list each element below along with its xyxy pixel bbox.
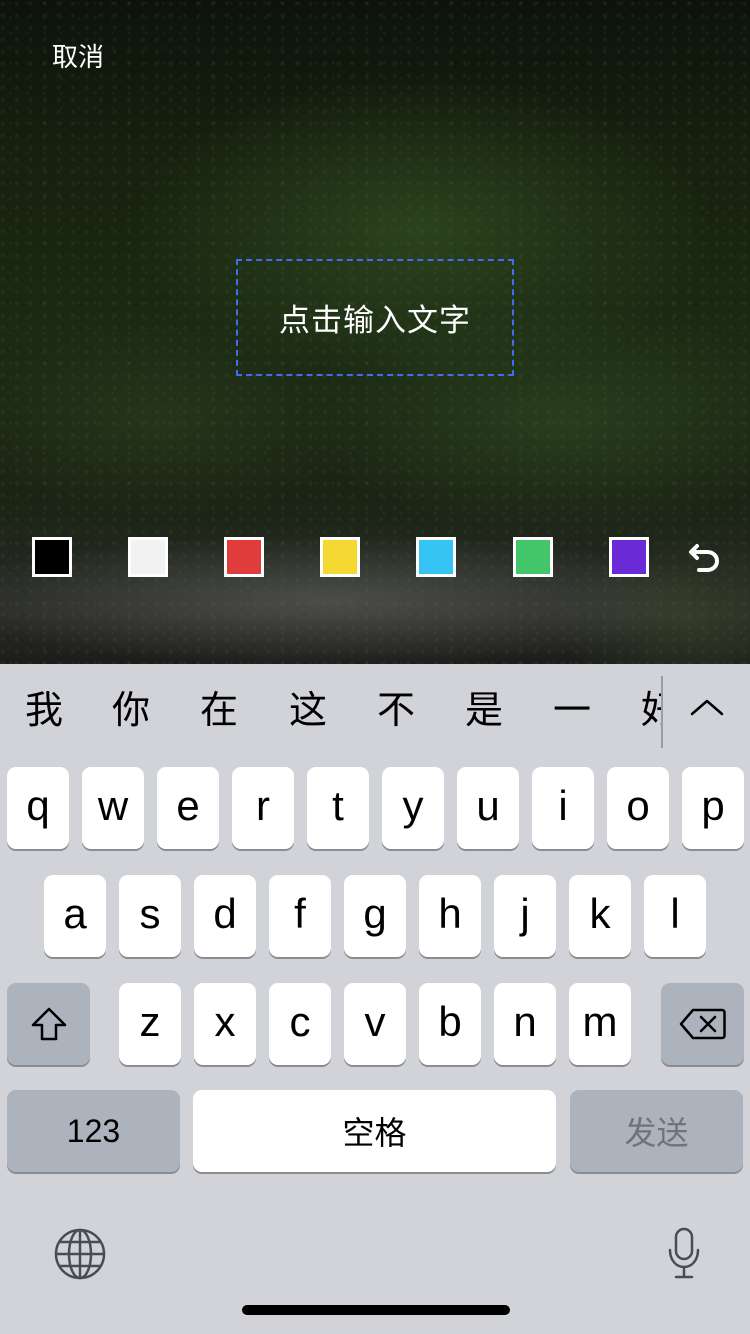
key-label: v xyxy=(364,998,386,1045)
key-label: o xyxy=(626,782,650,829)
globe-button[interactable] xyxy=(50,1224,110,1284)
key-label: l xyxy=(670,890,680,937)
candidate-list: 我 你 在 这 不 是 一 好 xyxy=(0,664,662,760)
key-label: c xyxy=(289,998,311,1045)
expand-candidates-button[interactable] xyxy=(680,682,734,732)
color-swatch-blue[interactable] xyxy=(416,537,456,577)
key-label: h xyxy=(438,890,462,937)
delete-key[interactable] xyxy=(661,983,744,1065)
cancel-button[interactable]: 取消 xyxy=(52,40,104,74)
key-label: d xyxy=(213,890,237,937)
space-key[interactable]: 空格 xyxy=(193,1090,556,1172)
candidate-item[interactable]: 你 xyxy=(112,686,150,736)
numbers-key-label: 123 xyxy=(66,1112,121,1149)
key-q[interactable]: q xyxy=(7,767,69,849)
key-label: w xyxy=(97,782,129,829)
color-swatch-yellow[interactable] xyxy=(320,537,360,577)
key-label: k xyxy=(589,890,611,937)
space-key-label: 空格 xyxy=(342,1115,407,1151)
color-swatch-black[interactable] xyxy=(32,537,72,577)
candidate-divider xyxy=(661,676,663,748)
key-label: x xyxy=(214,998,236,1045)
candidate-item[interactable]: 好 xyxy=(641,686,662,736)
color-swatch-purple[interactable] xyxy=(609,537,649,577)
key-label: q xyxy=(26,782,50,829)
chevron-up-icon xyxy=(690,699,724,716)
candidate-item[interactable]: 是 xyxy=(465,686,503,736)
key-i[interactable]: i xyxy=(532,767,594,849)
key-u[interactable]: u xyxy=(457,767,519,849)
key-v[interactable]: v xyxy=(344,983,406,1065)
numbers-key[interactable]: 123 xyxy=(7,1090,180,1172)
key-label: j xyxy=(520,890,530,937)
microphone-button[interactable] xyxy=(656,1224,712,1284)
key-j[interactable]: j xyxy=(494,875,556,957)
key-g[interactable]: g xyxy=(344,875,406,957)
key-m[interactable]: m xyxy=(569,983,631,1065)
key-z[interactable]: z xyxy=(119,983,181,1065)
key-x[interactable]: x xyxy=(194,983,256,1065)
undo-arrow-icon xyxy=(689,544,720,572)
candidate-item[interactable]: 不 xyxy=(377,686,415,736)
key-d[interactable]: d xyxy=(194,875,256,957)
key-c[interactable]: c xyxy=(269,983,331,1065)
color-swatch-green[interactable] xyxy=(513,537,553,577)
key-label: u xyxy=(476,782,500,829)
key-label: y xyxy=(402,782,424,829)
shift-key[interactable] xyxy=(7,983,90,1065)
key-b[interactable]: b xyxy=(419,983,481,1065)
key-a[interactable]: a xyxy=(44,875,106,957)
key-label: z xyxy=(139,998,161,1045)
undo-button[interactable] xyxy=(684,537,724,577)
key-label: r xyxy=(256,782,270,829)
microphone-icon xyxy=(668,1227,700,1279)
key-label: i xyxy=(558,782,568,829)
candidate-item[interactable]: 这 xyxy=(289,686,327,736)
key-w[interactable]: w xyxy=(82,767,144,849)
key-label: n xyxy=(513,998,537,1045)
key-p[interactable]: p xyxy=(682,767,744,849)
key-f[interactable]: f xyxy=(269,875,331,957)
color-swatch-white[interactable] xyxy=(128,537,168,577)
key-label: p xyxy=(701,782,725,829)
key-e[interactable]: e xyxy=(157,767,219,849)
text-input-box[interactable]: 点击输入文字 xyxy=(236,259,514,376)
key-label: f xyxy=(294,890,306,937)
key-label: m xyxy=(582,998,618,1045)
key-label: b xyxy=(438,998,462,1045)
globe-icon xyxy=(54,1228,106,1280)
home-indicator xyxy=(242,1305,510,1315)
key-label: t xyxy=(332,782,344,829)
key-t[interactable]: t xyxy=(307,767,369,849)
key-label: s xyxy=(139,890,161,937)
key-l[interactable]: l xyxy=(644,875,706,957)
key-o[interactable]: o xyxy=(607,767,669,849)
candidate-bar: 我 你 在 这 不 是 一 好 xyxy=(0,664,750,760)
candidate-item[interactable]: 我 xyxy=(25,686,63,736)
candidate-item[interactable]: 一 xyxy=(553,686,591,736)
send-key[interactable]: 发送 xyxy=(570,1090,743,1172)
key-n[interactable]: n xyxy=(494,983,556,1065)
keyboard: 我 你 在 这 不 是 一 好 q w e r t y u i o p a s … xyxy=(0,664,750,1334)
key-label: a xyxy=(63,890,87,937)
key-r[interactable]: r xyxy=(232,767,294,849)
send-key-label: 发送 xyxy=(624,1115,689,1151)
key-h[interactable]: h xyxy=(419,875,481,957)
shift-icon xyxy=(31,1007,66,1041)
key-label: g xyxy=(363,890,387,937)
key-label: e xyxy=(176,782,200,829)
backspace-icon xyxy=(679,1008,726,1040)
text-input-placeholder: 点击输入文字 xyxy=(279,303,471,338)
key-y[interactable]: y xyxy=(382,767,444,849)
key-k[interactable]: k xyxy=(569,875,631,957)
candidate-item[interactable]: 在 xyxy=(200,686,238,736)
key-s[interactable]: s xyxy=(119,875,181,957)
color-swatch-red[interactable] xyxy=(224,537,264,577)
